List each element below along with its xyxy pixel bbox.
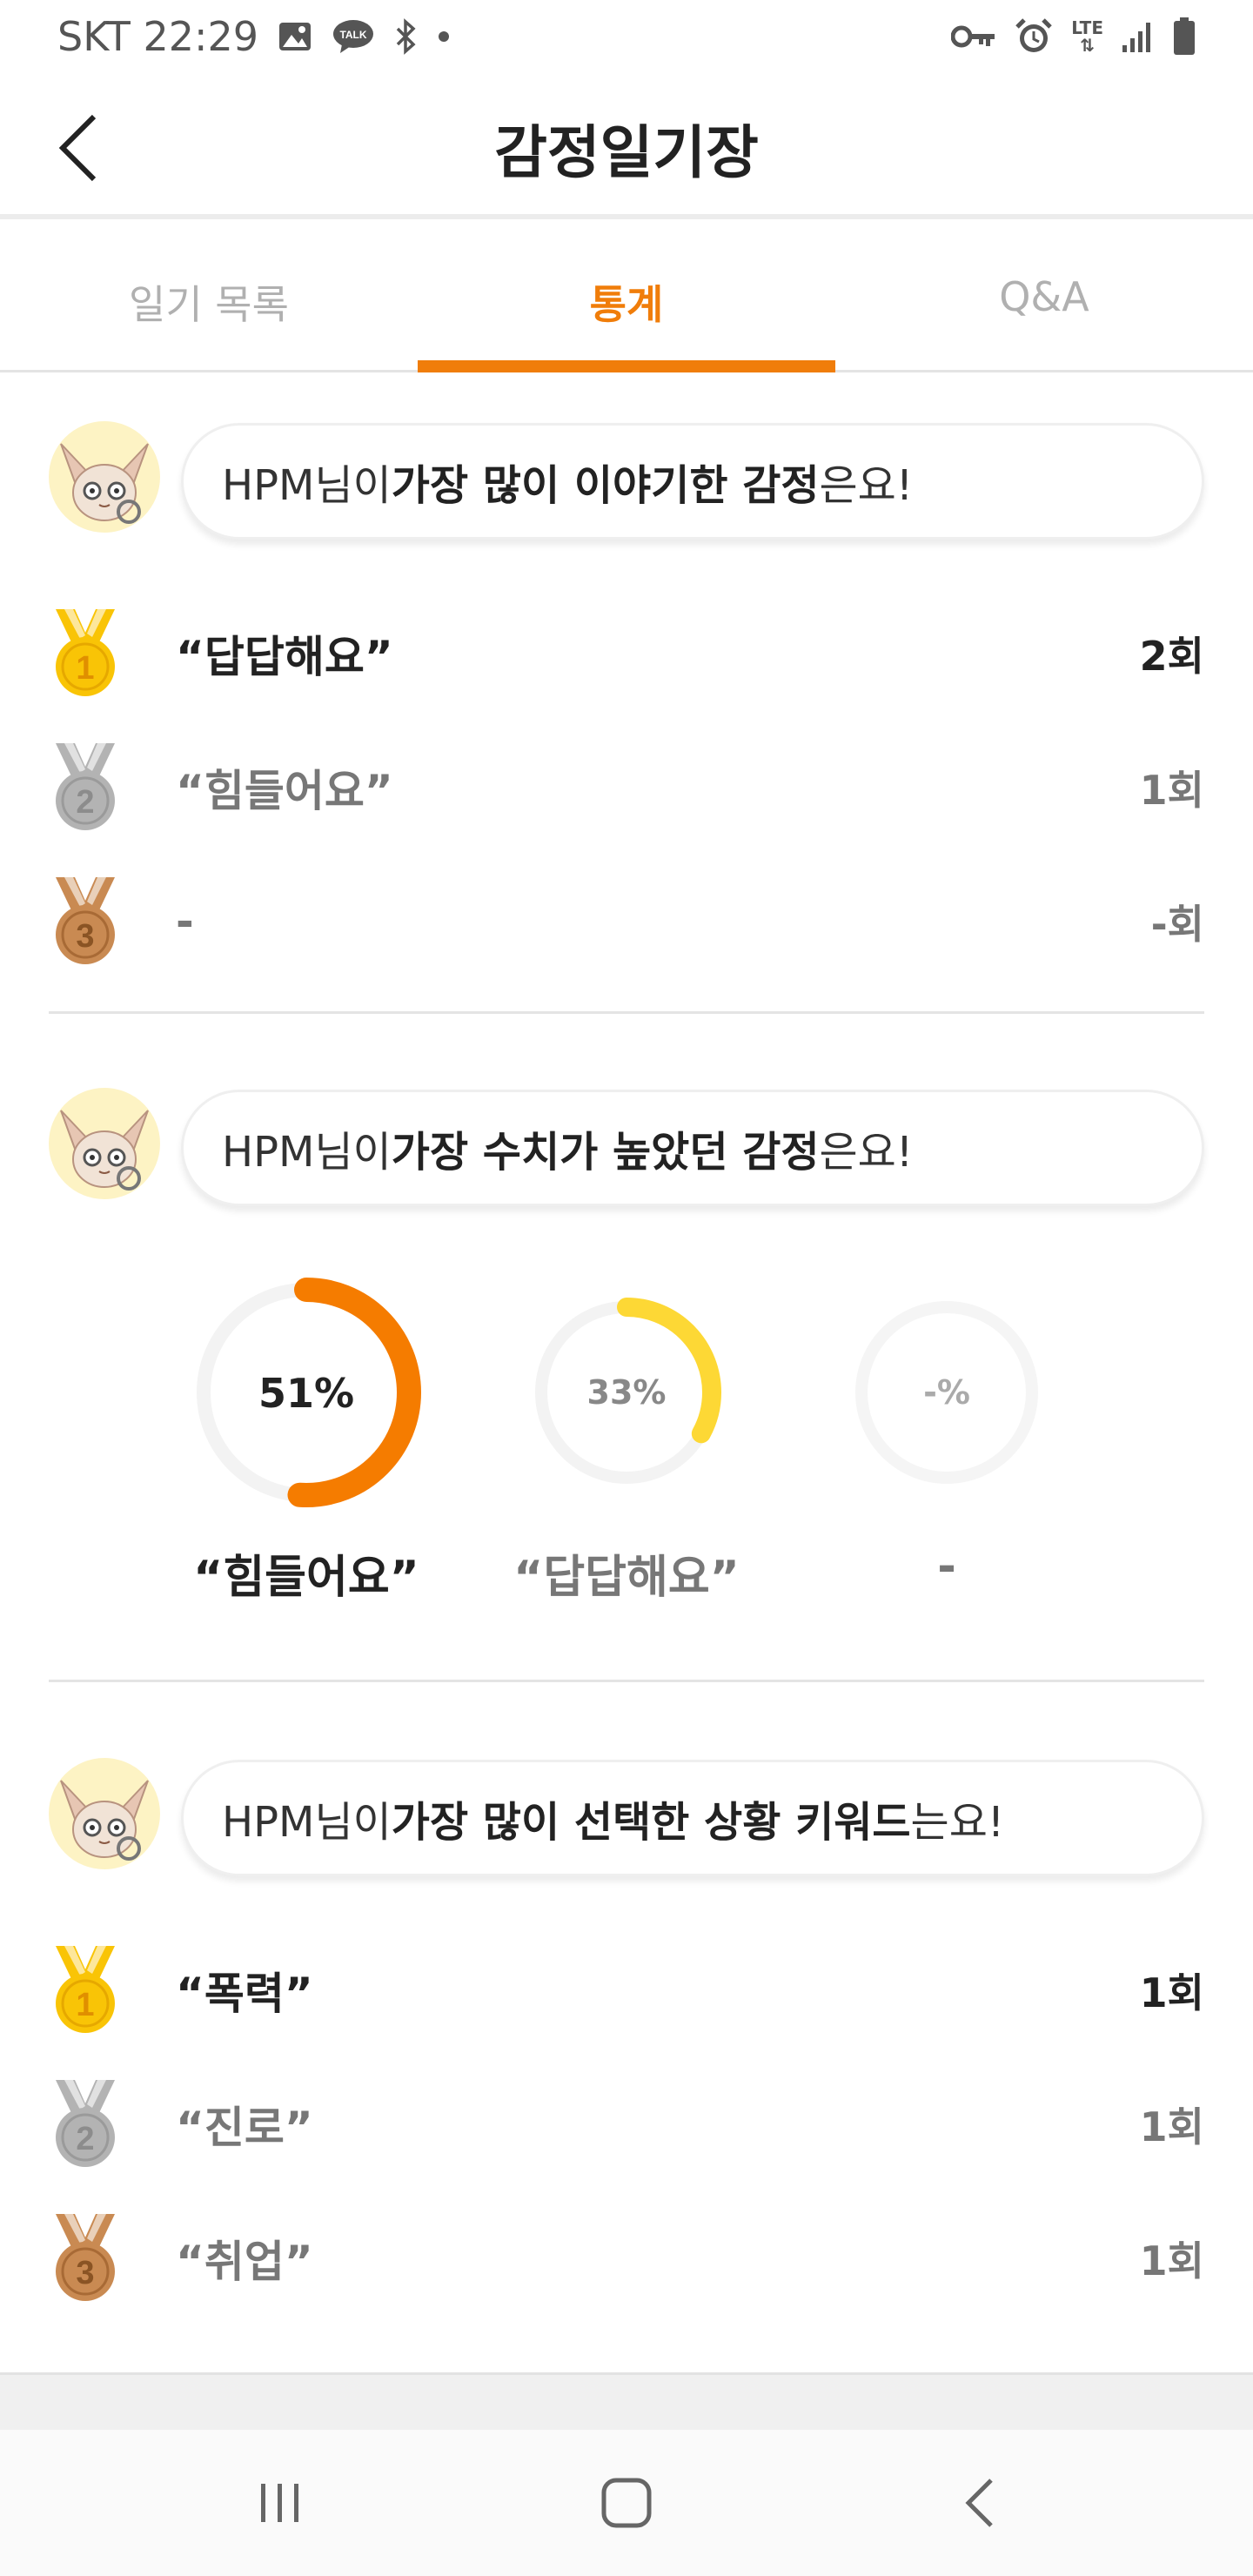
lte-icon: LTE ⇅ (1071, 17, 1103, 56)
bubble-emphasis: 가장 많이 선택한 상황 키워드 (391, 1798, 911, 1847)
keyword-rank-3: 3 “취업” 1회 (49, 2210, 1204, 2306)
donut-percent: 51% (258, 1370, 355, 1417)
highest-value-header: HPM님이 가장 수치가 높았던 감정 은요! (49, 1088, 1204, 1210)
emotion-rank-3: 3 - -회 (49, 874, 1204, 969)
keyword-count: 1회 (1139, 1969, 1204, 2016)
signal-icon (1121, 19, 1156, 54)
battery-icon (1173, 17, 1196, 56)
recent-apps-icon (261, 2484, 298, 2522)
status-bar: SKT 22:29 TALK LTE ⇅ (0, 0, 1253, 73)
status-time: SKT 22:29 (57, 13, 259, 60)
tab-statistics[interactable]: 통계 (418, 225, 835, 372)
emotion-rank-1: 1 “답답해요” 2회 (49, 606, 1204, 701)
bubble-suffix: 는요! (910, 1798, 1005, 1847)
speech-bubble: HPM님이 가장 수치가 높았던 감정 은요! (181, 1090, 1204, 1206)
svg-text:1: 1 (76, 1987, 94, 2023)
emotion-label: “힘들어요” (176, 766, 393, 816)
home-button[interactable] (583, 2459, 670, 2546)
keyword-label: “진로” (176, 2103, 313, 2153)
bubble-suffix: 은요! (819, 1128, 914, 1177)
system-nav-bar (0, 2430, 1253, 2576)
donut-2: 33% “답답해요” (496, 1271, 757, 1606)
donut-emotion-name: “힘들어요” (193, 1552, 419, 1604)
silver-medal-icon: 2 (49, 743, 122, 832)
donut-percent: 33% (586, 1373, 667, 1412)
gallery-icon (278, 21, 312, 52)
avatar (49, 1088, 160, 1199)
emotion-count: 2회 (1139, 633, 1204, 680)
app-bar: 감정일기장 (0, 73, 1253, 219)
donut-emotion-name: - (937, 1540, 956, 1593)
gold-medal-icon: 1 (49, 609, 122, 698)
home-icon (601, 2478, 652, 2528)
key-icon (951, 23, 996, 50)
recent-apps-button[interactable] (237, 2459, 324, 2546)
page-title: 감정일기장 (494, 119, 759, 186)
silver-medal-icon: 2 (49, 2080, 122, 2169)
donut-emotion-name: “답답해요” (513, 1552, 740, 1604)
avatar (49, 421, 160, 533)
bubble-prefix: HPM님이 (222, 461, 392, 510)
svg-text:2: 2 (76, 2121, 94, 2157)
talk-icon: TALK (332, 18, 375, 55)
keyword-count: 1회 (1139, 2103, 1204, 2150)
bubble-emphasis: 가장 많이 이야기한 감정 (391, 461, 820, 510)
keyword-label: “폭력” (176, 1969, 313, 2019)
gold-medal-icon: 1 (49, 1946, 122, 2035)
svg-text:3: 3 (76, 918, 94, 955)
svg-text:3: 3 (76, 2255, 94, 2291)
most-keywords-header: HPM님이 가장 많이 선택한 상황 키워드 는요! (49, 1758, 1204, 1880)
bubble-suffix: 은요! (819, 461, 914, 510)
bubble-prefix: HPM님이 (222, 1798, 392, 1847)
svg-text:2: 2 (76, 784, 94, 821)
tab-qna[interactable]: Q&A (835, 225, 1253, 370)
keyword-rank-2: 2 “진로” 1회 (49, 2076, 1204, 2172)
keyword-label: “취업” (176, 2237, 313, 2287)
alarm-icon (1014, 17, 1054, 57)
emotion-label: “답답해요” (176, 632, 393, 682)
dot-icon (438, 30, 450, 43)
keyword-count: 1회 (1139, 2237, 1204, 2284)
keyword-rank-1: 1 “폭력” 1회 (49, 1942, 1204, 2038)
speech-bubble: HPM님이 가장 많이 선택한 상황 키워드 는요! (181, 1760, 1204, 1876)
donut-3: -% - (816, 1271, 1077, 1593)
bluetooth-icon (394, 18, 419, 55)
tab-bar: 일기 목록 통계 Q&A (0, 225, 1253, 372)
divider (49, 1680, 1204, 1682)
tab-diary-list[interactable]: 일기 목록 (0, 225, 418, 370)
donut-1: 51% “힘들어요” (176, 1271, 437, 1606)
emotion-count: 1회 (1139, 767, 1204, 814)
donut-percent: -% (923, 1373, 970, 1412)
back-icon (965, 2479, 993, 2527)
speech-bubble: HPM님이 가장 많이 이야기한 감정 은요! (181, 423, 1204, 540)
most-talked-header: HPM님이 가장 많이 이야기한 감정 은요! (49, 421, 1204, 543)
emotion-count: -회 (1150, 901, 1204, 948)
bottom-spacer (0, 2372, 1253, 2430)
bubble-emphasis: 가장 수치가 높았던 감정 (391, 1128, 820, 1177)
svg-text:1: 1 (76, 650, 94, 687)
emotion-rank-2: 2 “힘들어요” 1회 (49, 740, 1204, 835)
divider (49, 1011, 1204, 1014)
system-back-button[interactable] (936, 2459, 1023, 2546)
bronze-medal-icon: 3 (49, 2214, 122, 2303)
lte-label: LTE (1071, 17, 1103, 38)
bronze-medal-icon: 3 (49, 877, 122, 966)
bubble-prefix: HPM님이 (222, 1128, 392, 1177)
avatar (49, 1758, 160, 1869)
svg-text:TALK: TALK (340, 29, 367, 41)
emotion-label: - (176, 896, 194, 947)
